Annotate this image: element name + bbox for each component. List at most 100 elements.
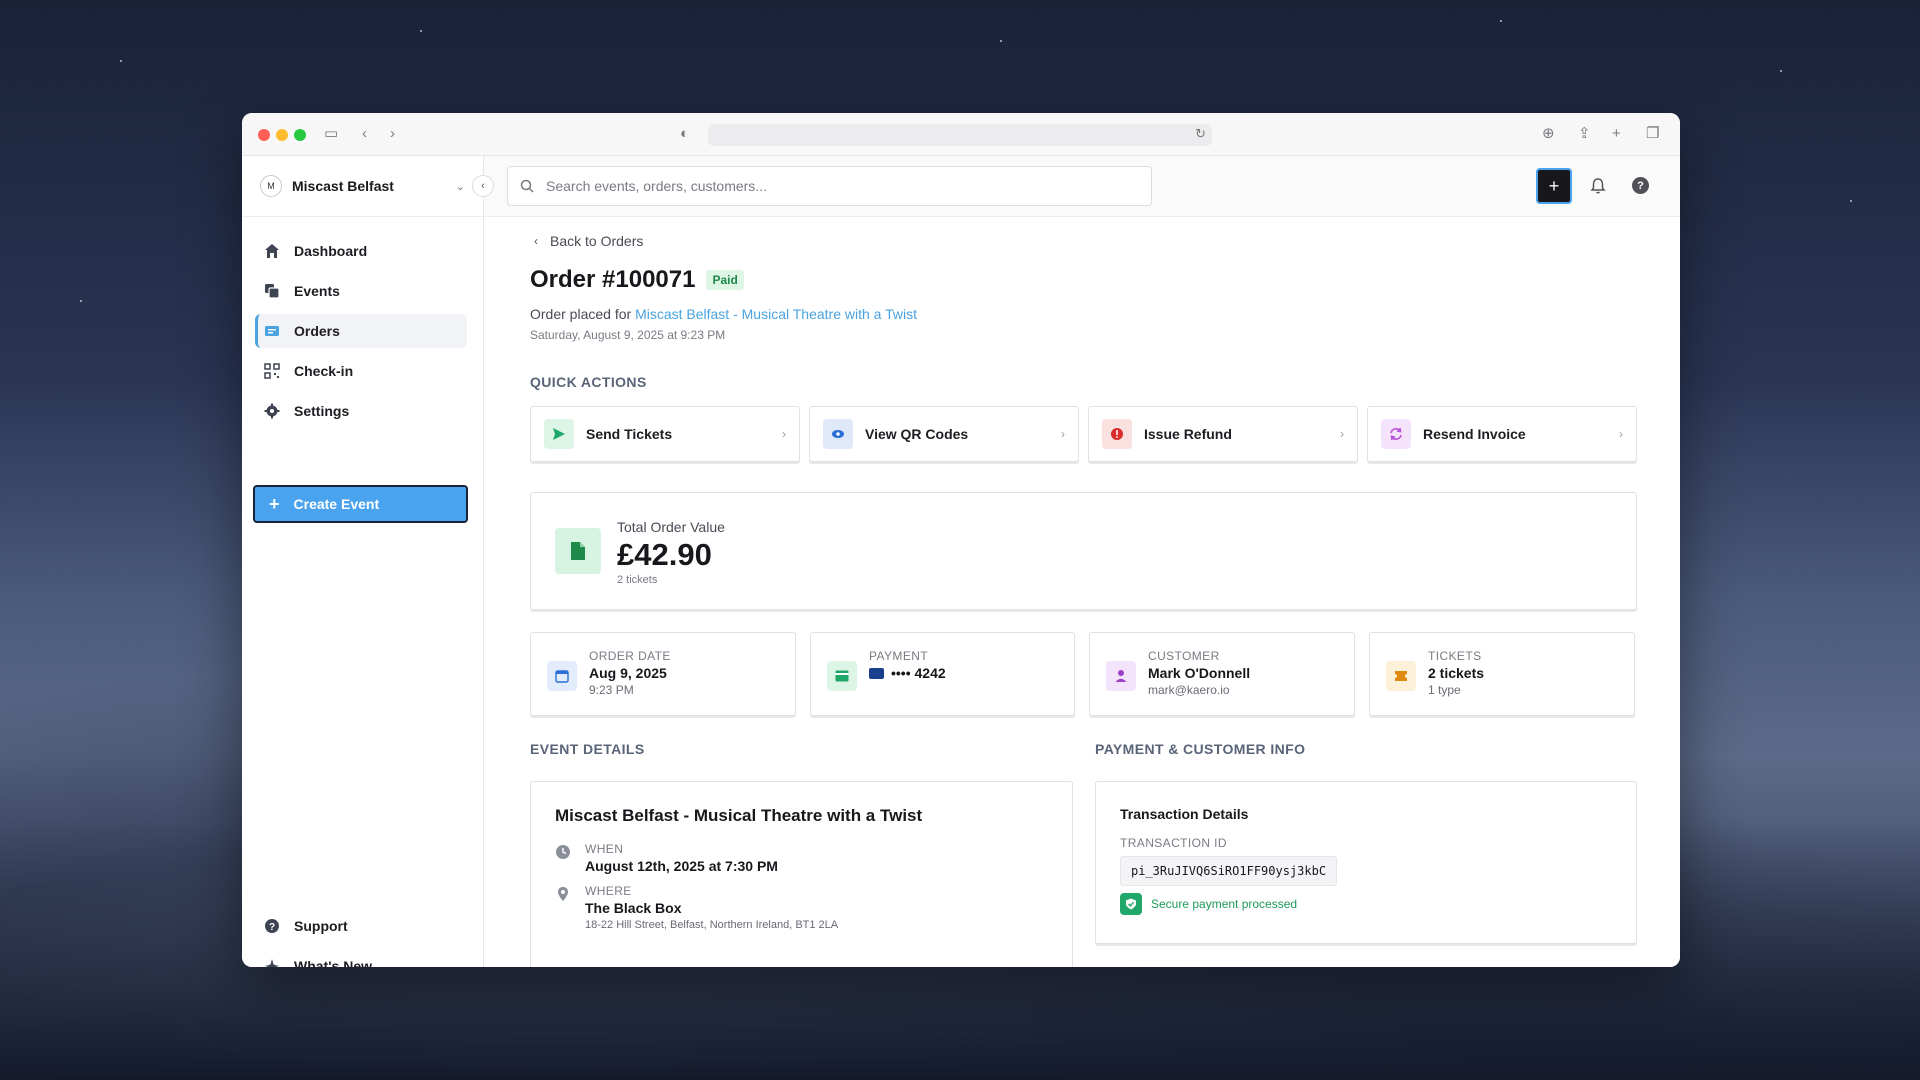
svg-text:?: ? (269, 922, 275, 933)
placed-prefix: Order placed for (530, 306, 632, 322)
total-label: Total Order Value (617, 519, 725, 535)
address-bar[interactable]: ↻ (708, 124, 1212, 146)
customer-card: CUSTOMER Mark O'Donnell mark@kaero.io (1089, 632, 1355, 716)
bell-icon[interactable] (1588, 176, 1608, 196)
sidebar-bottom-nav: ? Support What's New (255, 909, 388, 967)
question-circle-icon: ? (263, 917, 281, 935)
refresh-icon (1381, 419, 1411, 449)
total-ticket-count: 2 tickets (617, 574, 658, 586)
back-label: Back to Orders (550, 233, 644, 249)
where-address: 18-22 Hill Street, Belfast, Northern Ire… (585, 919, 839, 931)
tabs-overview-icon[interactable]: ❐ (1646, 124, 1659, 144)
sidebar-item-support[interactable]: ? Support (255, 909, 372, 943)
search-placeholder: Search events, orders, customers... (546, 178, 767, 194)
new-tab-icon[interactable]: + (1612, 124, 1621, 144)
qa-label: View QR Codes (865, 426, 969, 442)
sidebar-item-label: Check-in (294, 363, 354, 379)
view-qr-codes-button[interactable]: View QR Codes › (809, 406, 1079, 462)
back-to-orders-link[interactable]: ‹ Back to Orders (530, 233, 1637, 249)
chevron-right-icon: › (782, 427, 786, 441)
send-tickets-button[interactable]: Send Tickets › (530, 406, 800, 462)
order-stats: ORDER DATE Aug 9, 2025 9:23 PM PAYMENT •… (530, 632, 1637, 716)
sidebar: M Miscast Belfast ⌄ ‹ Dashboard Events O… (242, 156, 494, 967)
visa-card-icon (869, 667, 884, 679)
stat-sub: mark@kaero.io (1148, 683, 1230, 697)
stat-label: PAYMENT (869, 649, 929, 663)
sidebar-item-dashboard[interactable]: Dashboard (255, 234, 467, 268)
quick-actions: Send Tickets › View QR Codes › Issue Ref… (530, 406, 1637, 462)
total-value: £42.90 (617, 537, 712, 572)
secure-text: Secure payment processed (1151, 897, 1298, 911)
chevron-right-icon: › (1619, 427, 1623, 441)
quick-actions-heading: QUICK ACTIONS (530, 374, 647, 390)
sidebar-toggle-icon[interactable]: ▭ (324, 124, 338, 144)
sidebar-item-label: What's New (294, 958, 373, 967)
download-icon[interactable]: ⊕ (1542, 124, 1555, 144)
shield-check-icon (1120, 893, 1142, 915)
stat-value: Mark O'Donnell (1148, 665, 1251, 681)
secure-payment-status: Secure payment processed (1120, 893, 1612, 915)
org-switcher[interactable]: M Miscast Belfast ⌄ (242, 156, 483, 217)
order-date-card: ORDER DATE Aug 9, 2025 9:23 PM (530, 632, 796, 716)
orders-icon (263, 322, 281, 340)
org-name: Miscast Belfast (292, 178, 394, 194)
stat-sub: 1 type (1428, 683, 1461, 697)
plus-icon: + (1548, 175, 1560, 196)
maximize-window-button[interactable] (294, 129, 306, 141)
collapse-sidebar-button[interactable]: ‹ (472, 175, 494, 197)
document-icon (555, 528, 601, 574)
qa-label: Send Tickets (586, 426, 673, 442)
sidebar-item-label: Events (294, 283, 340, 299)
stat-sub: 9:23 PM (589, 683, 634, 697)
events-icon (263, 282, 281, 300)
transaction-id-value[interactable]: pi_3RuJIVQ6SiRO1FF90ysj3kbC (1120, 856, 1338, 886)
resend-invoice-button[interactable]: Resend Invoice › (1367, 406, 1637, 462)
qa-label: Resend Invoice (1423, 426, 1526, 442)
main-content: Search events, orders, customers... + ? … (484, 156, 1680, 967)
shield-privacy-icon[interactable]: ◐ (680, 124, 689, 144)
sidebar-item-orders[interactable]: Orders (255, 314, 467, 348)
help-icon[interactable]: ? (1632, 177, 1649, 194)
back-nav-icon[interactable]: ‹ (362, 124, 367, 144)
add-button[interactable]: + (1536, 168, 1572, 204)
forward-nav-icon[interactable]: › (390, 124, 395, 144)
user-icon (1106, 661, 1136, 691)
plus-icon: + (269, 494, 280, 514)
sidebar-item-settings[interactable]: Settings (255, 394, 467, 428)
sidebar-nav: Dashboard Events Orders Check-in Setting… (242, 217, 483, 428)
issue-refund-button[interactable]: Issue Refund › (1088, 406, 1358, 462)
eye-icon (823, 419, 853, 449)
sidebar-item-label: Settings (294, 403, 350, 419)
send-icon (544, 419, 574, 449)
stat-value: 2 tickets (1428, 665, 1485, 681)
sidebar-item-events[interactable]: Events (255, 274, 467, 308)
share-icon[interactable]: ⇪ (1578, 124, 1591, 144)
where-label: WHERE (585, 884, 632, 898)
search-input[interactable]: Search events, orders, customers... (507, 166, 1152, 206)
card-icon (827, 661, 857, 691)
event-link[interactable]: Miscast Belfast - Musical Theatre with a… (635, 306, 917, 322)
where-value: The Black Box (585, 900, 682, 916)
home-icon (263, 242, 281, 260)
browser-titlebar: ▭ ‹ › ◐ ↻ ⊕ ⇪ + ❐ (242, 113, 1680, 156)
chevron-right-icon: › (1061, 427, 1065, 441)
sidebar-item-check-in[interactable]: Check-in (255, 354, 467, 388)
qa-label: Issue Refund (1144, 426, 1232, 442)
create-event-button[interactable]: + Create Event (253, 485, 468, 523)
order-header: Order #100071 Paid (530, 266, 1637, 294)
ticket-icon (1386, 661, 1416, 691)
total-order-value-card: Total Order Value £42.90 2 tickets (530, 492, 1637, 610)
create-event-label: Create Event (293, 496, 380, 512)
browser-window: ▭ ‹ › ◐ ↻ ⊕ ⇪ + ❐ M Miscast Belfast ⌄ ‹ (242, 113, 1680, 967)
when-label: WHEN (585, 842, 624, 856)
location-pin-icon (558, 887, 568, 901)
when-value: August 12th, 2025 at 7:30 PM (585, 858, 778, 874)
reload-icon[interactable]: ↻ (1195, 126, 1206, 142)
sidebar-item-label: Dashboard (294, 243, 368, 259)
chevron-right-icon: › (1340, 427, 1344, 441)
minimize-window-button[interactable] (276, 129, 288, 141)
top-bar: Search events, orders, customers... + ? (484, 156, 1680, 217)
close-window-button[interactable] (258, 129, 270, 141)
card-last4: •••• 4242 (891, 665, 946, 681)
sidebar-item-whats-new[interactable]: What's New (255, 949, 372, 967)
